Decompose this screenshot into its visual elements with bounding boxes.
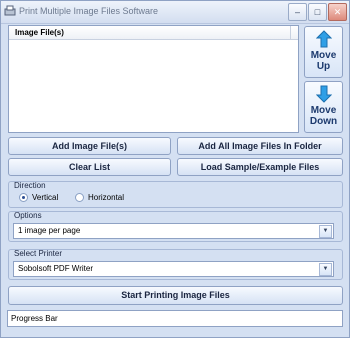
options-label: Options (14, 211, 42, 220)
move-down-label: Move Down (309, 105, 338, 127)
radio-vertical[interactable]: Vertical (19, 193, 58, 202)
radio-horizontal[interactable]: Horizontal (75, 193, 124, 202)
column-divider (290, 26, 291, 39)
column-header-label: Image File(s) (15, 28, 64, 37)
options-value: 1 image per page (18, 226, 81, 235)
app-icon (4, 5, 16, 16)
start-printing-button[interactable]: Start Printing Image Files (8, 286, 343, 305)
radio-horizontal-dot[interactable] (75, 193, 84, 202)
chevron-down-icon[interactable]: ▼ (319, 263, 332, 276)
direction-group: Direction Vertical Horizontal (8, 181, 343, 208)
progress-bar: Progress Bar (7, 310, 343, 327)
move-up-button[interactable]: Move Up (304, 26, 343, 78)
radio-horizontal-label: Horizontal (88, 193, 125, 202)
move-down-button[interactable]: Move Down (304, 81, 343, 133)
window-title: Print Multiple Image Files Software (19, 6, 159, 16)
list-column-header[interactable]: Image File(s) (9, 26, 298, 40)
printer-value: Sobolsoft PDF Writer (18, 264, 93, 273)
printer-label: Select Printer (14, 249, 63, 258)
options-group: Options 1 image per page ▼ (8, 211, 343, 242)
maximize-icon[interactable]: □ (308, 3, 327, 21)
image-files-list[interactable]: Image File(s) (8, 25, 299, 133)
title-bar: Print Multiple Image Files Software – □ … (1, 1, 349, 24)
minimize-icon[interactable]: – (288, 3, 307, 21)
load-sample-files-button[interactable]: Load Sample/Example Files (177, 158, 343, 176)
progress-bar-label: Progress Bar (11, 314, 58, 323)
close-icon[interactable]: ✕ (328, 3, 347, 21)
clear-list-button[interactable]: Clear List (8, 158, 171, 176)
printer-select[interactable]: Sobolsoft PDF Writer ▼ (13, 261, 334, 277)
arrow-down-icon (315, 85, 332, 103)
radio-vertical-label: Vertical (32, 193, 59, 202)
add-image-files-button[interactable]: Add Image File(s) (8, 137, 171, 155)
arrow-up-icon (315, 30, 332, 48)
chevron-down-icon[interactable]: ▼ (319, 225, 332, 238)
add-all-files-in-folder-button[interactable]: Add All Image Files In Folder (177, 137, 343, 155)
options-select[interactable]: 1 image per page ▼ (13, 223, 334, 239)
direction-label: Direction (14, 181, 46, 190)
radio-vertical-dot[interactable] (19, 193, 28, 202)
app-window: Print Multiple Image Files Software – □ … (0, 0, 350, 338)
move-up-label: Move Up (310, 50, 337, 72)
printer-group: Select Printer Sobolsoft PDF Writer ▼ (8, 249, 343, 280)
